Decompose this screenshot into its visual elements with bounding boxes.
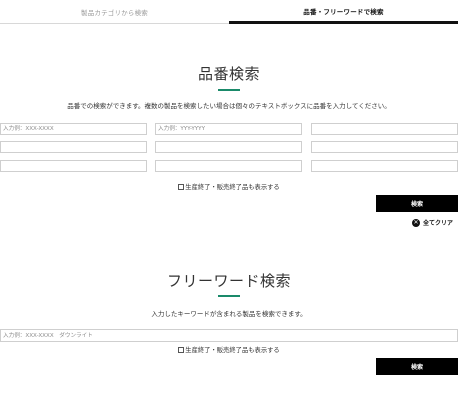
part-number-input-5[interactable] — [155, 141, 302, 153]
part-search-description: 品番での検索ができます。複数の製品を検索したい場合は個々のテキストボックスに品番… — [67, 102, 391, 110]
part-search-button[interactable]: 検索 — [376, 195, 458, 212]
part-search-discontinued-checkbox[interactable] — [178, 183, 185, 190]
part-number-input-6[interactable] — [311, 141, 458, 153]
part-number-input-2[interactable] — [155, 123, 302, 135]
close-circle-icon: ✕ — [412, 218, 420, 227]
free-search-title-underline — [218, 295, 240, 297]
free-search-title: フリーワード検索 — [166, 272, 291, 290]
part-search-title: 品番検索 — [197, 65, 260, 83]
free-search-discontinued-option: 生産終了・販売終了品も表示する — [0, 345, 458, 354]
clear-all-button[interactable]: ✕ 全てクリア — [412, 218, 453, 227]
clear-all-label: 全てクリア — [423, 220, 454, 227]
free-search-button[interactable]: 検索 — [376, 358, 458, 375]
free-search-description: 入力したキーワードが含まれる製品を検索できます。 — [151, 310, 307, 318]
search-tabs: 製品カテゴリから検索 品番・フリーワードで検索 — [0, 0, 458, 24]
part-number-input-9[interactable] — [311, 160, 458, 172]
free-word-input[interactable] — [0, 329, 458, 342]
part-search-discontinued-label: 生産終了・販売終了品も表示する — [185, 184, 280, 191]
part-search-discontinued-option: 生産終了・販売終了品も表示する — [0, 182, 458, 191]
free-search-discontinued-label: 生産終了・販売終了品も表示する — [185, 347, 280, 354]
tab-part-freeword-search[interactable]: 品番・フリーワードで検索 — [229, 0, 458, 24]
part-search-title-underline — [218, 89, 240, 91]
part-number-input-3[interactable] — [311, 123, 458, 135]
part-number-input-1[interactable] — [0, 123, 147, 135]
free-search-discontinued-checkbox[interactable] — [178, 346, 185, 353]
part-number-input-8[interactable] — [155, 160, 302, 172]
part-number-input-7[interactable] — [0, 160, 147, 172]
tab-category-search[interactable]: 製品カテゴリから検索 — [0, 0, 229, 24]
part-number-input-4[interactable] — [0, 141, 147, 153]
